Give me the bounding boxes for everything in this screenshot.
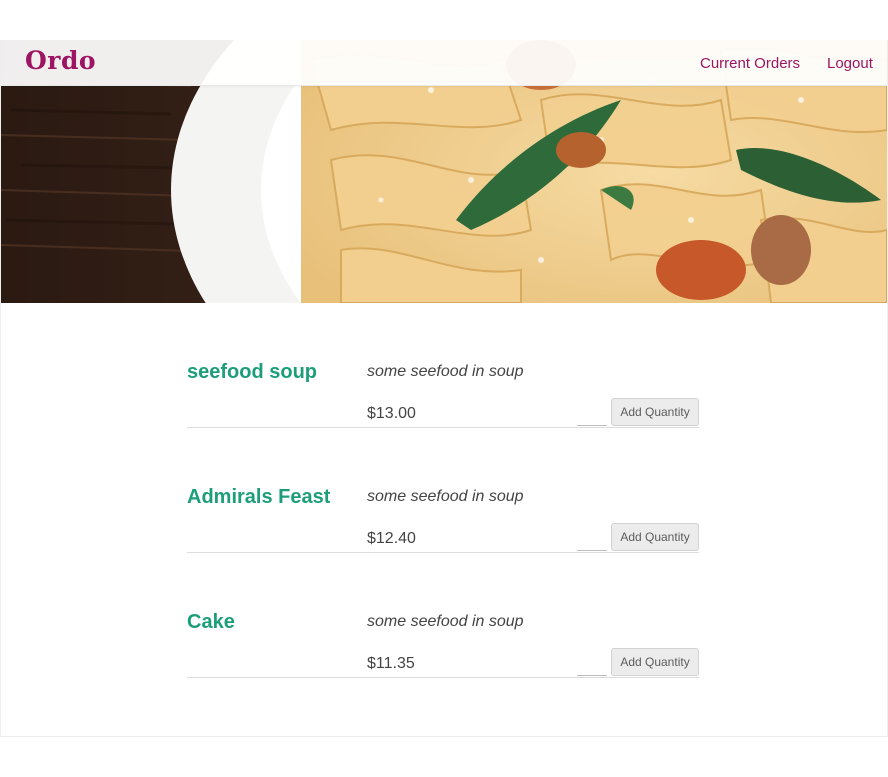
menu-item-description: some seefood in soup: [367, 613, 524, 630]
menu-item-price: $13.00: [367, 405, 416, 422]
nav-logout-link[interactable]: Logout: [827, 55, 873, 72]
quantity-input[interactable]: [577, 401, 607, 426]
add-quantity-button[interactable]: Add Quantity: [611, 523, 699, 551]
menu-item: Admirals Feast some seefood in soup $12.…: [187, 428, 699, 553]
menu-item: Cake some seefood in soup $11.35 Add Qua…: [187, 553, 699, 678]
quantity-input[interactable]: [577, 526, 607, 551]
add-quantity-button[interactable]: Add Quantity: [611, 398, 699, 426]
menu-item-price: $11.35: [367, 655, 415, 672]
brand-logo[interactable]: Ordo: [25, 46, 96, 75]
app-frame: Ordo Current Orders Logout seefood soup …: [0, 40, 888, 737]
menu-item-description: some seefood in soup: [367, 363, 524, 380]
top-navbar: Ordo Current Orders Logout: [1, 40, 887, 86]
nav-current-orders-link[interactable]: Current Orders: [700, 55, 800, 72]
quantity-input[interactable]: [577, 651, 607, 676]
menu-item-name: Admirals Feast: [187, 486, 331, 508]
menu-item: seefood soup some seefood in soup $13.00…: [187, 303, 699, 428]
menu-item-price: $12.40: [367, 530, 416, 547]
menu-item-description: some seefood in soup: [367, 488, 524, 505]
add-quantity-button[interactable]: Add Quantity: [611, 648, 699, 676]
menu-item-name: Cake: [187, 611, 235, 633]
menu-item-name: seefood soup: [187, 361, 318, 383]
menu-list: seefood soup some seefood in soup $13.00…: [187, 303, 699, 678]
